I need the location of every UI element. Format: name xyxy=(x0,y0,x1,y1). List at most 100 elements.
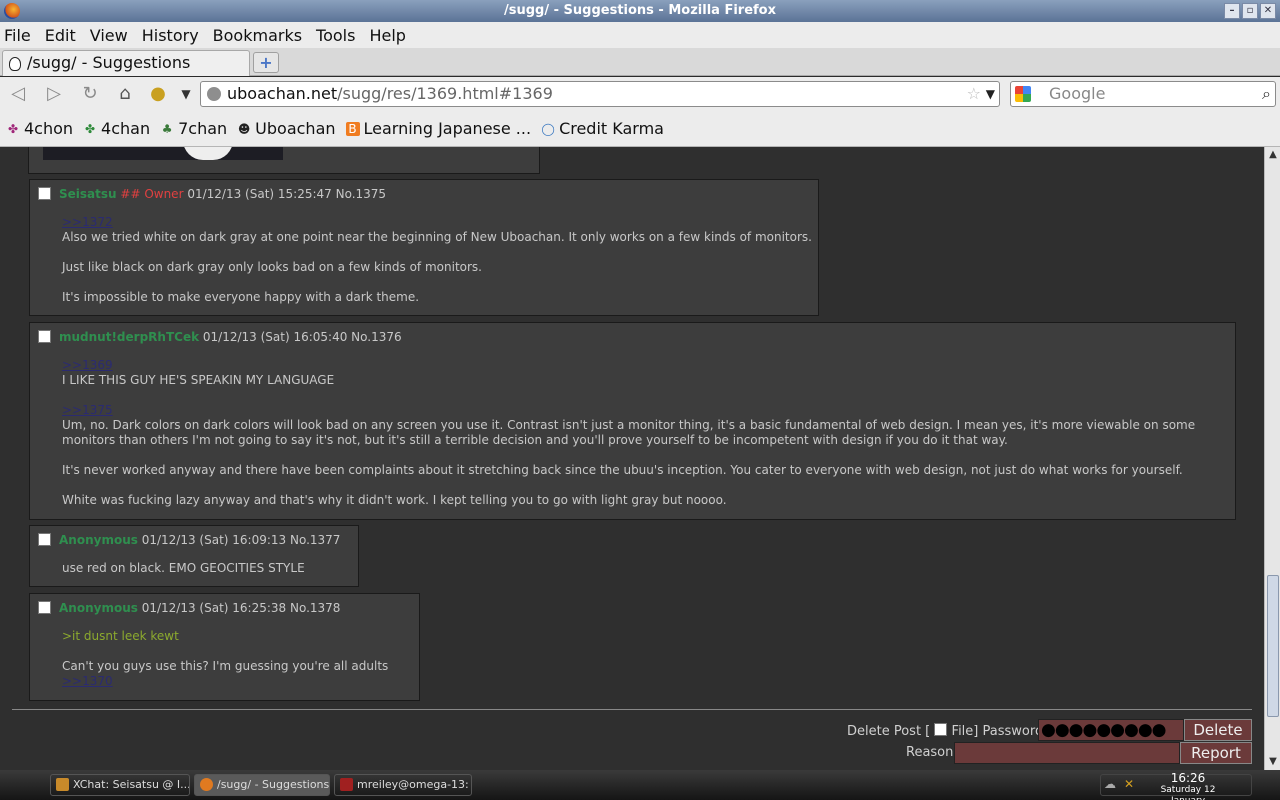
menu-bar: File Edit View History Bookmarks Tools H… xyxy=(0,22,1280,48)
clover-icon: ✤ xyxy=(85,121,96,136)
post-text: monitors than others I'm not going to sa… xyxy=(62,433,1008,447)
chevron-down-icon[interactable]: ▼ xyxy=(174,83,198,105)
post-checkbox[interactable] xyxy=(38,533,51,546)
menu-bookmarks[interactable]: Bookmarks xyxy=(213,26,302,45)
clock-time: 16:26 xyxy=(1170,771,1206,785)
quote-link[interactable]: >>1370 xyxy=(62,674,388,689)
task-firefox[interactable]: /sugg/ - Suggestions... xyxy=(194,774,330,796)
post-body: >it dusnt leek kewt Can't you guys use t… xyxy=(62,629,388,689)
delete-post-label: Delete Post [ File] Password xyxy=(847,723,1044,739)
post-image[interactable] xyxy=(43,147,283,160)
post-text: Can't you guys use this? I'm guessing yo… xyxy=(62,659,389,673)
xchat-icon xyxy=(56,778,69,791)
minimize-icon[interactable]: – xyxy=(1224,3,1240,19)
post-meta[interactable]: 01/12/13 (Sat) 16:25:38 No.1378 xyxy=(142,601,341,615)
vertical-scrollbar[interactable]: ▲ ▼ xyxy=(1264,147,1280,770)
bookmark-4chan[interactable]: ✤ 4chan xyxy=(83,119,150,138)
new-tab-button[interactable]: + xyxy=(253,52,279,73)
post-header: mudnut!derpRhTCek 01/12/13 (Sat) 16:05:4… xyxy=(38,330,402,344)
network-icon[interactable]: ☁ xyxy=(1104,778,1118,790)
globe-icon xyxy=(207,87,221,101)
delete-button[interactable]: Delete xyxy=(1184,719,1252,741)
uboachan-favicon-icon xyxy=(9,57,21,71)
close-icon[interactable]: ✕ xyxy=(1260,3,1276,19)
post-header: Seisatsu ## Owner 01/12/13 (Sat) 15:25:4… xyxy=(38,187,386,201)
bookmark-learning-japanese[interactable]: B Learning Japanese ... xyxy=(345,119,531,138)
post-checkbox[interactable] xyxy=(38,601,51,614)
xchat-tray-icon[interactable]: ✕ xyxy=(1124,778,1138,790)
poster-name: Anonymous xyxy=(59,533,138,547)
circle-icon: ◯ xyxy=(541,121,555,136)
tab-title: /sugg/ - Suggestions xyxy=(27,53,191,72)
tab-bar: /sugg/ - Suggestions + xyxy=(0,48,1280,76)
firefox-icon xyxy=(200,778,213,791)
quote-link[interactable]: >>1375 xyxy=(62,403,1195,418)
menu-view[interactable]: View xyxy=(90,26,128,45)
menu-history[interactable]: History xyxy=(142,26,199,45)
bookmark-7chan[interactable]: ♣ 7chan xyxy=(160,119,227,138)
window-controls: – ▫ ✕ xyxy=(1224,3,1276,19)
menu-tools[interactable]: Tools xyxy=(316,26,355,45)
reload-icon[interactable]: ↻ xyxy=(78,83,102,105)
page-content: Seisatsu ## Owner 01/12/13 (Sat) 15:25:4… xyxy=(0,147,1264,770)
tab-sugg[interactable]: /sugg/ - Suggestions xyxy=(2,50,250,76)
divider xyxy=(12,709,1252,710)
file-checkbox[interactable] xyxy=(934,723,948,736)
menu-file[interactable]: File xyxy=(4,26,31,45)
post-checkbox[interactable] xyxy=(38,330,51,343)
post-text: It's impossible to make everyone happy w… xyxy=(62,290,420,304)
task-xchat[interactable]: XChat: Seisatsu @ I... xyxy=(50,774,190,796)
quote-link[interactable]: >>1372 xyxy=(62,215,812,230)
window-titlebar: /sugg/ - Suggestions - Mozilla Firefox –… xyxy=(0,0,1280,22)
reason-field[interactable] xyxy=(954,742,1180,764)
menu-edit[interactable]: Edit xyxy=(45,26,76,45)
search-input[interactable]: Google ⌕ xyxy=(1010,81,1276,107)
search-placeholder: Google xyxy=(1049,84,1106,103)
lightbulb-icon[interactable]: ● xyxy=(146,83,170,105)
post-text: use red on black. EMO GEOCITIES STYLE xyxy=(62,561,305,575)
scroll-thumb[interactable] xyxy=(1267,575,1279,717)
post-body: use red on black. EMO GEOCITIES STYLE xyxy=(62,561,305,576)
quote-link[interactable]: >>1369 xyxy=(62,358,1195,373)
url-dropdown-icon[interactable]: ▼ xyxy=(986,82,995,106)
poster-name: mudnut!derpRhTCek xyxy=(59,330,200,344)
post-header: Anonymous 01/12/13 (Sat) 16:25:38 No.137… xyxy=(38,601,340,615)
back-icon[interactable]: ◁ xyxy=(6,83,30,105)
password-mask: ●●●●●●●●● xyxy=(1041,720,1167,740)
bookmark-uboachan[interactable]: ☻ Uboachan xyxy=(237,119,336,138)
task-terminal[interactable]: mreiley@omega-13: ... xyxy=(334,774,472,796)
forward-icon[interactable]: ▷ xyxy=(42,83,66,105)
navigation-bar: ◁ ▷ ↻ ⌂ ● ▼ uboachan.net/sugg/res/1369.h… xyxy=(0,77,1280,111)
post-1377: Anonymous 01/12/13 (Sat) 16:09:13 No.137… xyxy=(29,525,359,587)
post-body: >>1369 I LIKE THIS GUY HE'S SPEAKIN MY L… xyxy=(62,358,1195,508)
poster-name: Seisatsu xyxy=(59,187,117,201)
scroll-up-icon[interactable]: ▲ xyxy=(1266,148,1280,162)
url-host: uboachan.net xyxy=(227,84,338,103)
post-meta[interactable]: 01/12/13 (Sat) 15:25:47 No.1375 xyxy=(187,187,386,201)
star-icon[interactable]: ☆ xyxy=(967,82,981,106)
post-text: Also we tried white on dark gray at one … xyxy=(62,230,812,244)
post-1378: Anonymous 01/12/13 (Sat) 16:25:38 No.137… xyxy=(29,593,420,701)
post-body: >>1372 Also we tried white on dark gray … xyxy=(62,215,812,305)
post-text: Just like black on dark gray only looks … xyxy=(62,260,482,274)
bookmark-4chon[interactable]: ✤ 4chon xyxy=(6,119,73,138)
report-button[interactable]: Report xyxy=(1180,742,1252,764)
post-checkbox[interactable] xyxy=(38,187,51,200)
menu-help[interactable]: Help xyxy=(369,26,405,45)
home-icon[interactable]: ⌂ xyxy=(113,83,137,105)
post-meta[interactable]: 01/12/13 (Sat) 16:09:13 No.1377 xyxy=(142,533,341,547)
clock[interactable]: 16:26 Saturday 12 January xyxy=(1148,772,1228,800)
poster-name: Anonymous xyxy=(59,601,138,615)
post-meta[interactable]: 01/12/13 (Sat) 16:05:40 No.1376 xyxy=(203,330,402,344)
url-bar[interactable]: uboachan.net/sugg/res/1369.html#1369 ☆ ▼ xyxy=(200,81,1000,107)
bookmark-credit-karma[interactable]: ◯ Credit Karma xyxy=(541,119,664,138)
terminal-icon xyxy=(340,778,353,791)
maximize-icon[interactable]: ▫ xyxy=(1242,3,1258,19)
reason-label: Reason xyxy=(906,745,954,760)
password-field[interactable]: ●●●●●●●●● xyxy=(1038,719,1184,741)
bookmarks-bar: ✤ 4chon ✤ 4chan ♣ 7chan ☻ Uboachan B Learning… xyxy=(0,111,1280,147)
google-icon[interactable] xyxy=(1015,86,1031,102)
search-icon[interactable]: ⌕ xyxy=(1262,82,1271,106)
scroll-down-icon[interactable]: ▼ xyxy=(1266,755,1280,769)
post-text: It's never worked anyway and there have … xyxy=(62,463,1183,477)
